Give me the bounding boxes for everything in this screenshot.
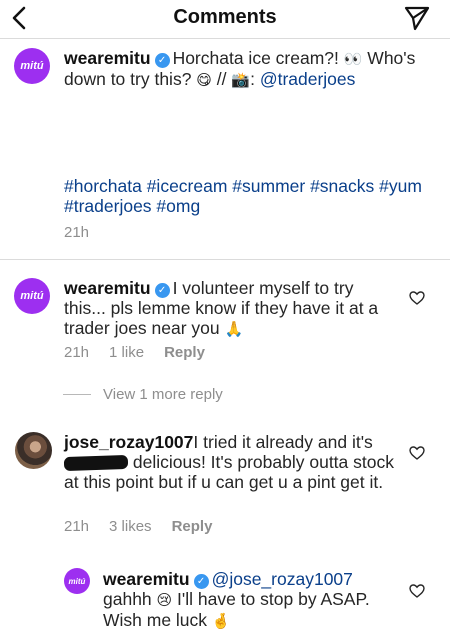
header-divider <box>0 38 450 39</box>
eyes-emoji-icon: 👀 <box>343 50 363 68</box>
verified-badge-icon: ✓ <box>154 283 170 298</box>
caption-text: wearemitu ✓ Horchata ice cream?! 👀 Who's d… <box>64 48 430 90</box>
caption-meta: 21h <box>64 224 89 241</box>
smile-emoji-icon: 😋 <box>196 71 212 89</box>
hashtags-line[interactable]: #traderjoes #omg <box>64 196 444 216</box>
comment-meta: 21h 3 likes Reply <box>64 518 212 535</box>
reply-button[interactable]: Reply <box>164 344 205 361</box>
timestamp: 21h <box>64 224 90 241</box>
avatar[interactable]: mitú <box>14 278 50 314</box>
heart-icon[interactable] <box>409 446 425 460</box>
comment-username[interactable]: jose_rozay1007 <box>64 432 193 452</box>
view-more-label: View 1 more reply <box>103 386 223 403</box>
sad-emoji-icon: 😢 <box>156 591 173 609</box>
camera-emoji-icon: 📸 <box>231 71 251 89</box>
comment-text: wearemitu ✓ I volunteer myself to try this… <box>64 278 394 339</box>
reply-button[interactable]: Reply <box>172 518 213 535</box>
caption-username[interactable]: wearemitu <box>64 48 151 68</box>
mention-link[interactable]: @jose_rozay1007 <box>212 569 353 589</box>
send-icon[interactable] <box>403 4 431 32</box>
avatar[interactable]: mitú <box>64 568 90 594</box>
like-count[interactable]: 1 like <box>109 344 144 361</box>
reply-text: wearemitu ✓ @jose_rozay1007 gahhh 😢 I'll ha… <box>103 569 393 631</box>
verified-badge-icon: ✓ <box>193 574 209 589</box>
comment-body-part: I tried it already and it's <box>193 432 373 452</box>
avatar-text: mitú <box>20 290 44 302</box>
page-title: Comments <box>173 6 277 28</box>
pray-emoji-icon: 🙏 <box>224 320 244 338</box>
view-more-line <box>63 394 91 395</box>
hashtags-line[interactable]: #horchata #icecream #summer #snacks #yum <box>64 176 444 196</box>
redaction-mark <box>63 454 129 472</box>
header-bar: Comments <box>0 0 450 38</box>
comment-meta: 21h 1 like Reply <box>64 344 205 361</box>
avatar-text: mitú <box>20 60 44 72</box>
avatar[interactable]: mitú <box>14 48 50 84</box>
avatar-text: mitú <box>68 576 86 586</box>
timestamp: 21h <box>64 518 90 535</box>
view-more-replies[interactable]: View 1 more reply <box>63 386 223 403</box>
caption-text-part: // <box>211 69 232 89</box>
caption-text-part: Horchata ice cream?! <box>172 48 344 68</box>
crossed-fingers-emoji-icon: 🤞 <box>211 612 231 630</box>
comment-text: jose_rozay1007I tried it already and it'… <box>63 432 404 492</box>
heart-icon[interactable] <box>409 584 425 598</box>
caption-divider <box>0 259 450 260</box>
comment-username[interactable]: wearemitu <box>64 278 151 298</box>
timestamp: 21h <box>64 344 90 361</box>
caption-text-part: : <box>250 69 260 89</box>
avatar[interactable] <box>15 432 52 469</box>
like-count[interactable]: 3 likes <box>109 518 152 535</box>
mention-link[interactable]: @traderjoes <box>260 69 356 89</box>
hashtags: #horchata #icecream #summer #snacks #yum… <box>64 176 444 216</box>
heart-icon[interactable] <box>409 291 425 305</box>
reply-username[interactable]: wearemitu <box>103 569 190 589</box>
reply-body-part: gahhh <box>103 589 157 609</box>
verified-badge-icon: ✓ <box>154 53 170 68</box>
